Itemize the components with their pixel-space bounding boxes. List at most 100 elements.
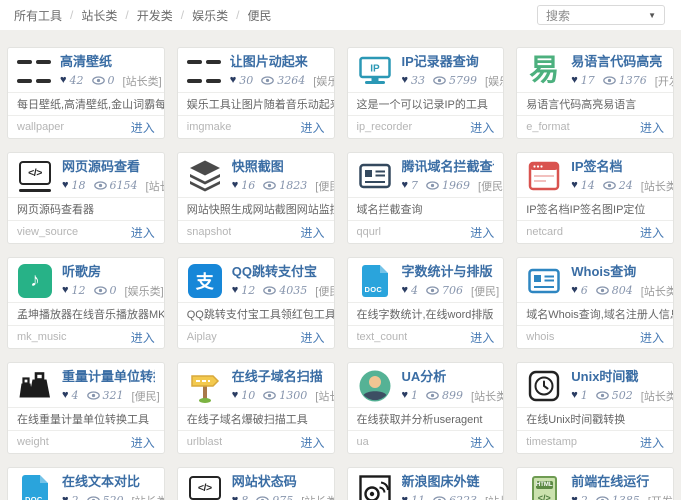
- tool-stats: ♥ 16 1823 [便民]: [232, 178, 334, 194]
- tool-card: 支 QQ跳转支付宝 ♥ 12 4035 [便民] QQ跳转支付宝工具领红包工具 …: [176, 257, 335, 349]
- search-select[interactable]: 搜索 ▼: [537, 5, 665, 25]
- enter-link[interactable]: 进入: [470, 434, 494, 451]
- card-footer: ua 进入: [347, 430, 504, 453]
- tool-stats: ♥ 1 899 [站长类]: [402, 388, 504, 404]
- card-footer: weight 进入: [8, 430, 164, 453]
- views-icon: [263, 286, 277, 295]
- tool-title[interactable]: 让图片动起来: [230, 54, 325, 69]
- enter-link[interactable]: 进入: [640, 119, 664, 136]
- enter-link[interactable]: 进入: [300, 434, 324, 451]
- enter-link[interactable]: 进入: [300, 329, 324, 346]
- tool-title[interactable]: Whois查询: [571, 264, 664, 279]
- tool-title[interactable]: 在线子域名扫描: [232, 369, 325, 384]
- enter-link[interactable]: 进入: [640, 224, 664, 241]
- category-badge: [站长类]: [485, 493, 503, 500]
- tool-title[interactable]: 字数统计与排版: [402, 264, 495, 279]
- views-count: 0: [109, 284, 117, 297]
- likes-icon: ♥: [401, 179, 409, 191]
- card-main: 网站状态码 ♥ 8 975 [站长类]: [232, 474, 334, 500]
- enter-link[interactable]: 进入: [300, 224, 324, 241]
- list-card-icon: [526, 263, 562, 299]
- tool-description: 易语言代码高亮易语言: [517, 92, 673, 115]
- tool-title[interactable]: 新浪图床外链: [402, 474, 495, 489]
- top-bar: 所有工具 / 站长类 / 开发类 / 娱乐类 / 便民 搜索 ▼: [0, 0, 681, 30]
- views-icon: [595, 496, 609, 500]
- likes-count: 4: [411, 284, 419, 297]
- views-count: 24: [618, 179, 633, 192]
- enter-link[interactable]: 进入: [470, 224, 494, 241]
- card-footer: snapshot 进入: [177, 220, 334, 243]
- card-header: 高清壁纸 ♥ 42 0 [站长类]: [8, 48, 164, 92]
- card-footer: imgmake 进入: [177, 115, 334, 138]
- enter-link[interactable]: 进入: [300, 119, 324, 136]
- views-icon: [602, 181, 616, 190]
- category-badge: [便民]: [471, 285, 500, 298]
- tool-stats: ♥ 4 706 [便民]: [402, 283, 500, 299]
- tool-title[interactable]: 前端在线运行: [571, 474, 664, 489]
- card-header: 在线子域名扫描 ♥ 10 1300 [站长类]: [178, 363, 334, 407]
- enter-link[interactable]: 进入: [470, 329, 494, 346]
- tool-title[interactable]: 听歌房: [62, 264, 155, 279]
- card-main: 网页源码查看 ♥ 18 6154 [站长类]: [62, 159, 164, 194]
- tool-title[interactable]: 高清壁纸: [60, 54, 155, 69]
- tool-slug: snapshot: [186, 226, 232, 238]
- views-icon: [426, 391, 439, 400]
- tool-slug: urlblast: [186, 436, 223, 448]
- tool-card: IP IP记录器查询 ♥ 33 5799 [娱乐类] 这是一个可以记录IP的工具…: [346, 47, 505, 139]
- tool-description: 在线Unix时间戳转换: [517, 407, 673, 430]
- likes-icon: ♥: [571, 494, 578, 500]
- likes-icon: ♥: [401, 494, 409, 500]
- enter-link[interactable]: 进入: [131, 329, 155, 346]
- tool-title[interactable]: 网页源码查看: [62, 159, 155, 174]
- breadcrumb-webmaster[interactable]: 站长类: [81, 7, 117, 24]
- likes-count: 7: [411, 179, 419, 192]
- breadcrumb-separator: /: [70, 8, 74, 22]
- card-main: 新浪图床外链 ♥ 11 6223 [站长类]: [401, 474, 503, 500]
- signpost-icon: [187, 368, 223, 404]
- views-count: 1300: [279, 389, 308, 402]
- tool-title[interactable]: 重量计量单位转换: [62, 369, 155, 384]
- tool-title[interactable]: 在线文本对比: [62, 474, 155, 489]
- breadcrumb-all-tools[interactable]: 所有工具: [14, 7, 62, 24]
- card-footer: whois 进入: [517, 325, 673, 348]
- enter-link[interactable]: 进入: [131, 434, 155, 451]
- tool-title[interactable]: 腾讯域名拦截查询: [402, 159, 495, 174]
- tool-title[interactable]: IP签名档: [571, 159, 664, 174]
- breadcrumb-convenience[interactable]: 便民: [247, 7, 271, 24]
- tool-card: 新浪图床外链 ♥ 11 6223 [站长类] 进入: [346, 467, 505, 500]
- card-main: UA分析 ♥ 1 899 [站长类]: [402, 369, 504, 404]
- breadcrumb-dev[interactable]: 开发类: [137, 7, 173, 24]
- card-footer: mk_music 进入: [8, 325, 164, 348]
- enter-link[interactable]: 进入: [131, 224, 155, 241]
- views-icon: [433, 76, 446, 85]
- tool-title[interactable]: QQ跳转支付宝: [232, 264, 325, 279]
- views-icon: [426, 286, 439, 295]
- category-badge: [站长类]: [471, 390, 503, 403]
- likes-count: 30: [239, 74, 254, 87]
- category-badge: [娱乐类]: [485, 75, 503, 88]
- enter-link[interactable]: 进入: [131, 119, 155, 136]
- tool-card: Unix时间戳 ♥ 1 502 [站长类] 在线Unix时间戳转换 timest…: [516, 362, 674, 454]
- tool-card: 高清壁纸 ♥ 42 0 [站长类] 每日壁纸,高清壁纸,金山词霸每日一句壁纸 w…: [7, 47, 165, 139]
- tool-title[interactable]: UA分析: [402, 369, 495, 384]
- enter-link[interactable]: 进入: [640, 434, 664, 451]
- chevron-down-icon: ▼: [648, 10, 656, 20]
- category-badge: [站长类]: [145, 180, 164, 193]
- breadcrumb-entertainment[interactable]: 娱乐类: [192, 7, 228, 24]
- avatar-icon: [357, 368, 393, 404]
- tool-description: 每日壁纸,高清壁纸,金山词霸每日一句壁纸: [8, 92, 164, 115]
- category-badge: [站长类]: [301, 493, 333, 500]
- tool-title[interactable]: Unix时间戳: [571, 369, 664, 384]
- enter-link[interactable]: 进入: [470, 119, 494, 136]
- tool-title[interactable]: 快照截图: [232, 159, 325, 174]
- enter-link[interactable]: 进入: [640, 329, 664, 346]
- tool-slug: Aiplay: [186, 331, 217, 343]
- category-badge: [站长类]: [122, 75, 162, 88]
- tool-slug: imgmake: [186, 121, 232, 133]
- tool-title[interactable]: IP记录器查询: [402, 54, 495, 69]
- tool-stats: ♥ 14 24 [站长类]: [571, 178, 673, 194]
- views-icon: [595, 286, 609, 295]
- card-header: IP IP记录器查询 ♥ 33 5799 [娱乐类]: [348, 48, 503, 92]
- tool-title[interactable]: 易语言代码高亮: [571, 54, 664, 69]
- tool-title[interactable]: 网站状态码: [232, 474, 325, 489]
